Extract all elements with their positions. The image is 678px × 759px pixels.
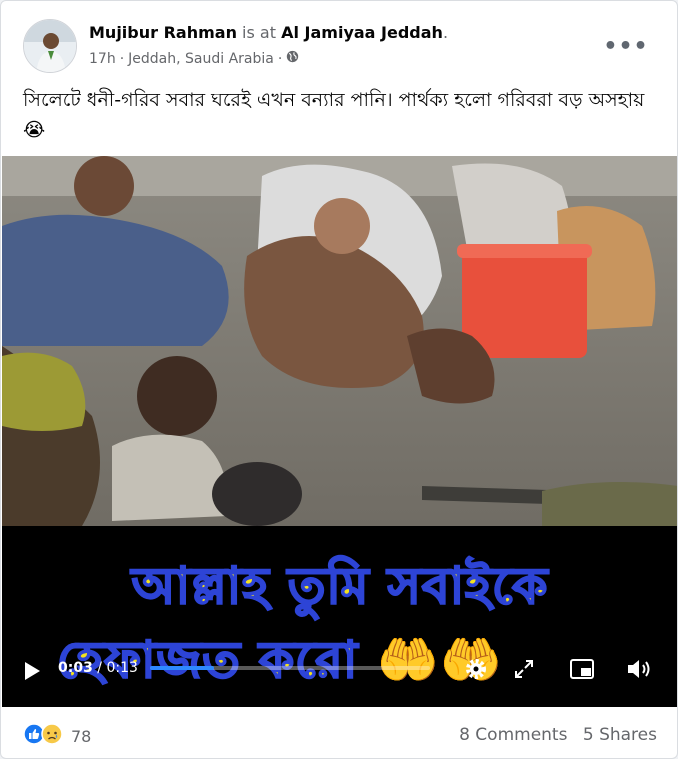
more-options-icon[interactable]: ••• — [603, 31, 647, 61]
volume-icon[interactable] — [626, 655, 654, 683]
meta-separator: · — [277, 51, 283, 67]
video-time: 0:03 / 0:13 — [58, 658, 138, 678]
reactions-count: 78 — [71, 726, 92, 746]
progress-bar[interactable] — [150, 666, 430, 670]
video-frame — [2, 156, 677, 541]
progress-fill — [150, 666, 215, 670]
post-location[interactable]: Jeddah, Saudi Arabia — [128, 50, 274, 68]
post-footer: 78 8 Comments 5 Shares — [1, 707, 677, 758]
time-separator: / — [97, 660, 102, 676]
author-name[interactable]: Mujibur Rahman — [89, 23, 237, 42]
settings-icon[interactable] — [462, 655, 490, 683]
video-controls: 0:03 / 0:13 — [2, 647, 677, 707]
fullscreen-icon[interactable] — [510, 655, 538, 683]
globe-icon[interactable] — [286, 50, 299, 68]
post-author-line: Mujibur Rahman is at Al Jamiyaa Jeddah. — [89, 23, 448, 43]
post-text: সিলেটে ধনী-গরিব সবার ঘরেই এখন বন্যার পান… — [23, 89, 645, 141]
comments-count[interactable]: 8 Comments — [459, 725, 567, 745]
play-icon[interactable] — [22, 661, 42, 685]
period: . — [442, 23, 449, 42]
avatar[interactable] — [23, 19, 77, 73]
post-card: Mujibur Rahman is at Al Jamiyaa Jeddah. … — [0, 0, 678, 759]
is-at-text: is at — [242, 23, 276, 42]
shares-count[interactable]: 5 Shares — [583, 725, 657, 745]
reactions-summary[interactable]: 78 — [23, 723, 91, 749]
pip-icon[interactable] — [568, 655, 596, 683]
post-header: Mujibur Rahman is at Al Jamiyaa Jeddah. … — [23, 19, 661, 75]
duration: 0:13 — [106, 660, 138, 676]
post-meta: 17h · Jeddah, Saudi Arabia · — [89, 50, 299, 68]
post-time[interactable]: 17h — [89, 50, 116, 68]
video-caption-line1: আল্লাহ তুমি সবাইকে — [131, 556, 549, 616]
sad-icon — [41, 723, 63, 749]
meta-separator: · — [119, 51, 125, 67]
video-player[interactable]: আল্লাহ তুমি সবাইকে হেফাজত করো 🤲🤲 0:03 / … — [2, 156, 677, 707]
current-time: 0:03 — [58, 660, 93, 676]
place-link[interactable]: Al Jamiyaa Jeddah — [281, 23, 443, 42]
engagement-stats: 8 Comments 5 Shares — [459, 725, 657, 745]
